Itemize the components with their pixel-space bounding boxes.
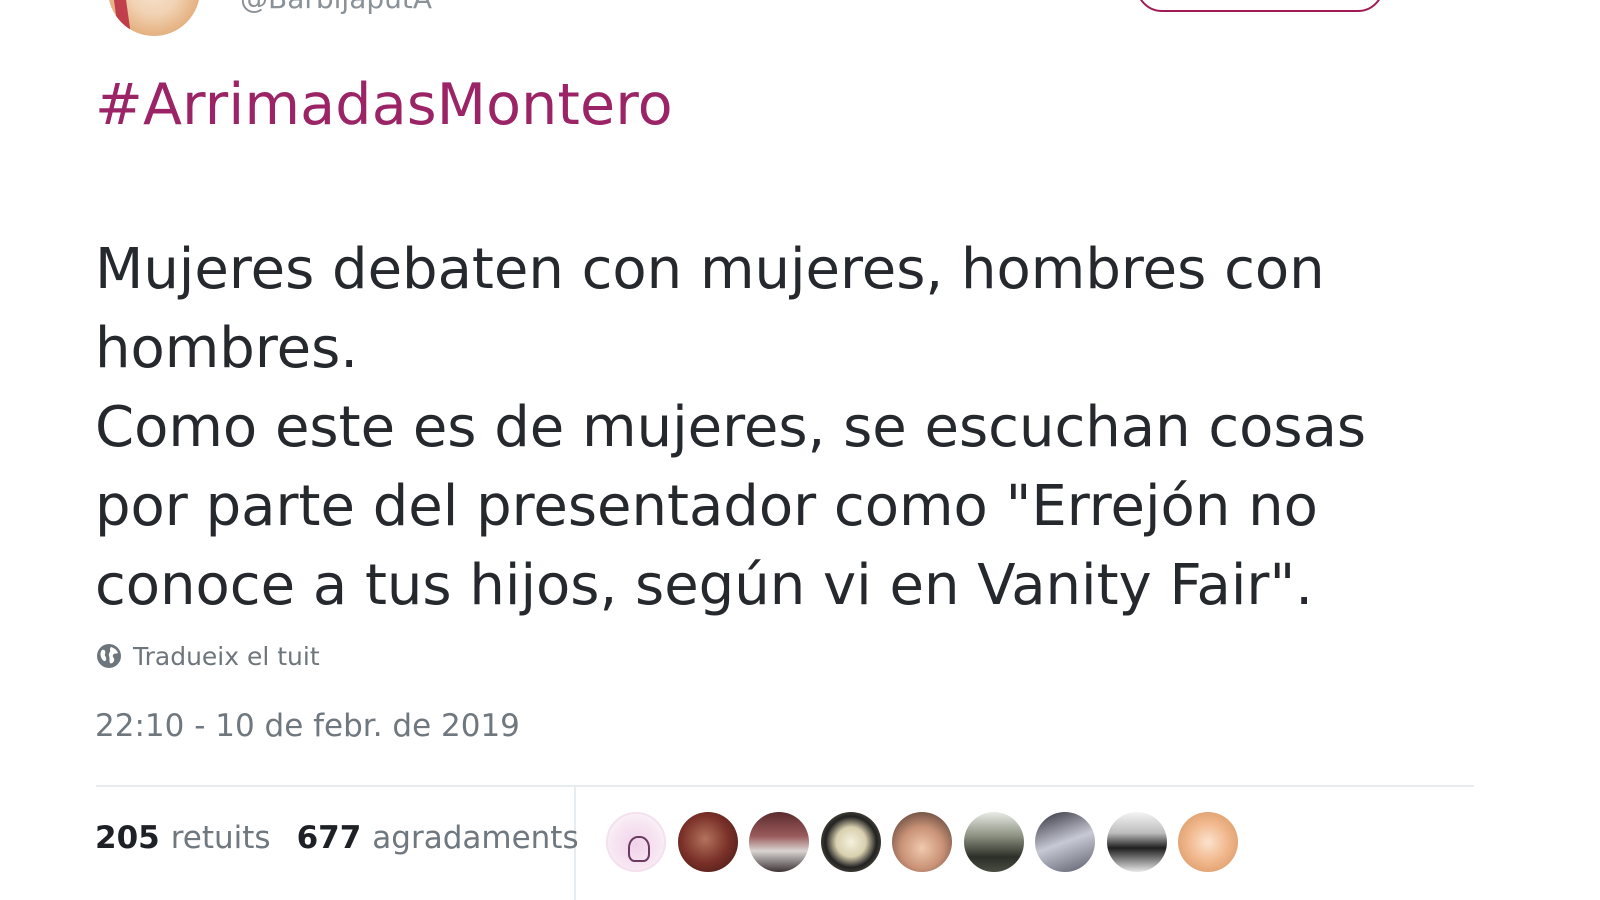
retweets-label: retuits bbox=[170, 820, 271, 856]
tweet-text-line: conoce a tus hijos, según vi en Vanity F… bbox=[95, 553, 1313, 618]
author-avatar[interactable] bbox=[108, 0, 200, 36]
stats-divider bbox=[96, 785, 1474, 787]
liker-avatar[interactable] bbox=[1178, 812, 1238, 872]
tweet-stats: 205 retuits 677 agradaments bbox=[95, 820, 605, 856]
likes-count: 677 bbox=[296, 820, 362, 856]
tweet-text: Mujeres debaten con mujeres, hombres con… bbox=[95, 230, 1465, 625]
liker-avatar[interactable] bbox=[963, 812, 1024, 872]
retweets-stat[interactable]: 205 retuits bbox=[95, 820, 271, 856]
globe-icon bbox=[96, 643, 122, 669]
liker-avatar[interactable] bbox=[1106, 812, 1167, 872]
liker-avatar[interactable] bbox=[677, 812, 738, 872]
likes-label: agradaments bbox=[372, 820, 579, 856]
tweet-text-line: Mujeres debaten con mujeres, hombres con bbox=[95, 237, 1325, 302]
liker-avatar[interactable] bbox=[892, 812, 952, 872]
tweet-timestamp[interactable]: 22:10 - 10 de febr. de 2019 bbox=[95, 708, 520, 744]
translate-tweet-button[interactable]: Tradueix el tuit bbox=[96, 640, 320, 672]
tweet-text-line: hombres. bbox=[95, 316, 359, 381]
retweets-count: 205 bbox=[95, 820, 160, 856]
follow-button[interactable] bbox=[1136, 0, 1384, 12]
liker-avatar[interactable] bbox=[1035, 812, 1095, 872]
likes-stat[interactable]: 677 agradaments bbox=[297, 820, 579, 856]
hashtag-link[interactable]: #ArrimadasMontero bbox=[95, 72, 673, 138]
translate-label: Tradueix el tuit bbox=[133, 641, 320, 671]
liker-avatar[interactable] bbox=[820, 812, 881, 872]
tweet-text-line: por parte del presentador como "Errejón … bbox=[95, 474, 1318, 539]
liker-avatar[interactable] bbox=[606, 812, 666, 872]
likers-avatars bbox=[606, 812, 1250, 872]
liker-avatar[interactable] bbox=[749, 812, 809, 872]
tweet-text-line: Como este es de mujeres, se escuchan cos… bbox=[95, 395, 1367, 460]
author-handle[interactable]: @BarbijaputA bbox=[240, 0, 432, 15]
